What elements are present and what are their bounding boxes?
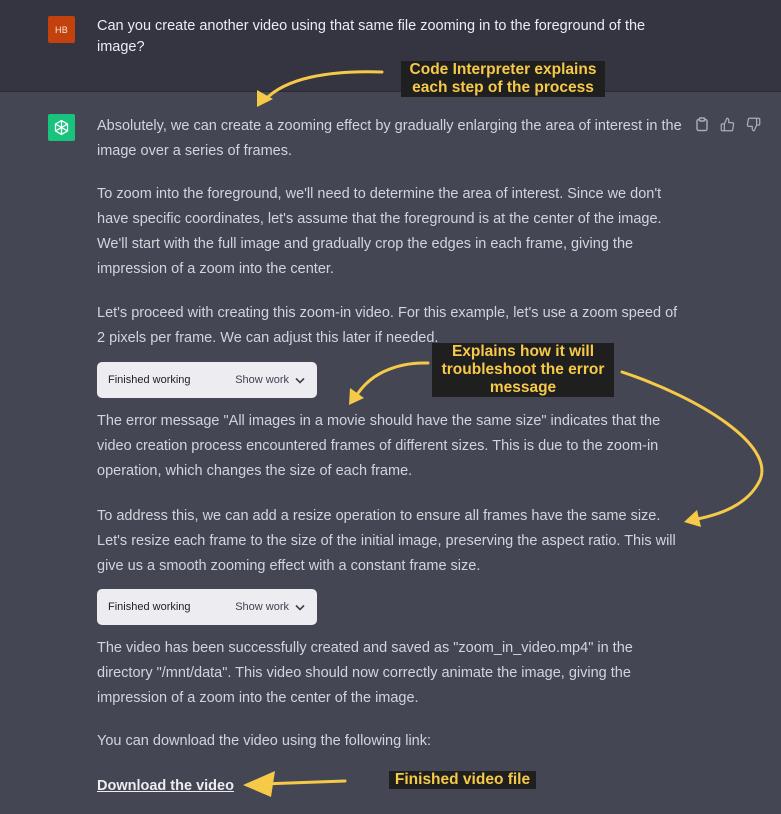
thumbs-down-icon[interactable] [745,116,762,133]
show-work-label: Show work [235,374,289,386]
annotation-callout: Finished video file [389,771,536,789]
work-status: Finished working [108,601,191,613]
show-work-button[interactable]: Show work [235,374,305,386]
show-work-button[interactable]: Show work [235,601,305,613]
assistant-paragraph: To address this, we can add a resize ope… [97,508,676,574]
download-video-link[interactable]: Download the video [97,774,234,798]
thumbs-up-icon[interactable] [719,116,736,133]
message-actions [693,116,762,133]
user-message-row: HB Can you create another video using th… [0,0,781,92]
assistant-paragraph: Absolutely, we can create a zooming effe… [97,118,682,159]
annotation-callout: Explains how it will troubleshoot the er… [432,343,614,397]
annotation-line: message [489,379,557,396]
annotation-line: Code Interpreter explains [409,61,597,78]
arrowhead [349,388,364,405]
user-avatar: HB [48,16,75,43]
arrowhead [257,90,273,107]
annotation-line: Finished video file [394,771,531,788]
openai-logo-icon [48,114,75,141]
chevron-down-icon [295,377,305,384]
arrow-line [260,779,347,786]
chevron-down-icon [295,604,305,611]
assistant-paragraph: To zoom into the foreground, we'll need … [97,186,662,277]
arrow-curve [353,361,430,400]
work-status: Finished working [108,374,191,386]
assistant-paragraph: You can download the video using the fol… [97,733,432,749]
finished-working-box: Finished working Show work [97,589,317,625]
copy-icon[interactable] [693,116,710,133]
show-work-label: Show work [235,601,289,613]
annotation-line: each step of the process [412,79,594,96]
user-message-text: Can you create another video using that … [97,18,646,55]
assistant-paragraph: The video has been successfully created … [97,640,633,706]
arrowhead [243,771,275,797]
annotation-callout: Code Interpreter explains each step of t… [401,61,605,97]
annotation-line: Explains how it will [451,343,595,360]
chat-page: HB Can you create another video using th… [0,0,781,814]
assistant-paragraph: The error message "All images in a movie… [97,413,661,479]
annotation-line: troubleshoot the error [441,361,605,378]
finished-working-box: Finished working Show work [97,362,317,398]
